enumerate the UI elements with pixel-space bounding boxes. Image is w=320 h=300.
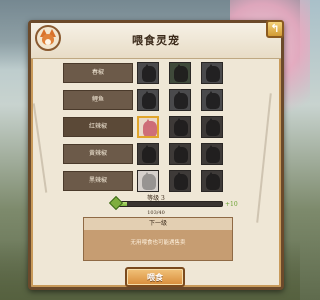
food-row: 鲤鱼: [63, 88, 251, 112]
close-button[interactable]: ↰: [266, 20, 284, 38]
next-level-title: 下一级: [84, 218, 232, 230]
pet-slot[interactable]: [201, 170, 223, 192]
bamboo-decoration-right: [256, 93, 272, 223]
pet-slot[interactable]: [169, 89, 191, 111]
feed-pet-dialog: 喂食灵宠 ↰ 春椒 鲤鱼 红辣椒 黄辣椒 黑辣椒 等级 3 +10 103/40…: [28, 20, 284, 290]
food-row-label: 鲤鱼: [63, 90, 133, 110]
pet-slot[interactable]: [169, 116, 191, 138]
pet-slot-selected[interactable]: [137, 116, 159, 138]
pet-slot[interactable]: [137, 89, 159, 111]
next-level-box: 下一级 无用喂食也可能遇售卖: [83, 217, 233, 261]
food-row-label: 黄辣椒: [63, 144, 133, 164]
pet-slot[interactable]: [201, 89, 223, 111]
pet-slot[interactable]: [137, 143, 159, 165]
dialog-title: 喂食灵宠: [132, 34, 180, 47]
pet-slot[interactable]: [201, 143, 223, 165]
pet-slot[interactable]: [201, 62, 223, 84]
food-rows: 春椒 鲤鱼 红辣椒 黄辣椒 黑辣椒: [63, 61, 251, 196]
pet-slot[interactable]: [169, 170, 191, 192]
pet-slot[interactable]: [137, 62, 159, 84]
exp-gain-label: +10: [225, 201, 238, 208]
next-level-description: 无用喂食也可能遇售卖: [130, 240, 186, 246]
pet-slot[interactable]: [137, 170, 159, 192]
exp-value-text: 103/40: [147, 210, 165, 216]
food-row: 黄辣椒: [63, 142, 251, 166]
feed-button[interactable]: 喂食: [125, 267, 185, 287]
food-row-label: 红辣椒: [63, 117, 133, 137]
food-row-label: 春椒: [63, 63, 133, 83]
food-row: 黑辣椒: [63, 169, 251, 193]
food-row-label: 黑辣椒: [63, 171, 133, 191]
pet-slot[interactable]: [169, 143, 191, 165]
pet-slot[interactable]: [201, 116, 223, 138]
pet-slot[interactable]: [169, 62, 191, 84]
exp-bar: [115, 201, 223, 207]
food-row: 春椒: [63, 61, 251, 85]
food-row-selected: 红辣椒: [63, 115, 251, 139]
bamboo-decoration-left: [32, 103, 48, 193]
dialog-header: 喂食灵宠: [31, 23, 281, 59]
